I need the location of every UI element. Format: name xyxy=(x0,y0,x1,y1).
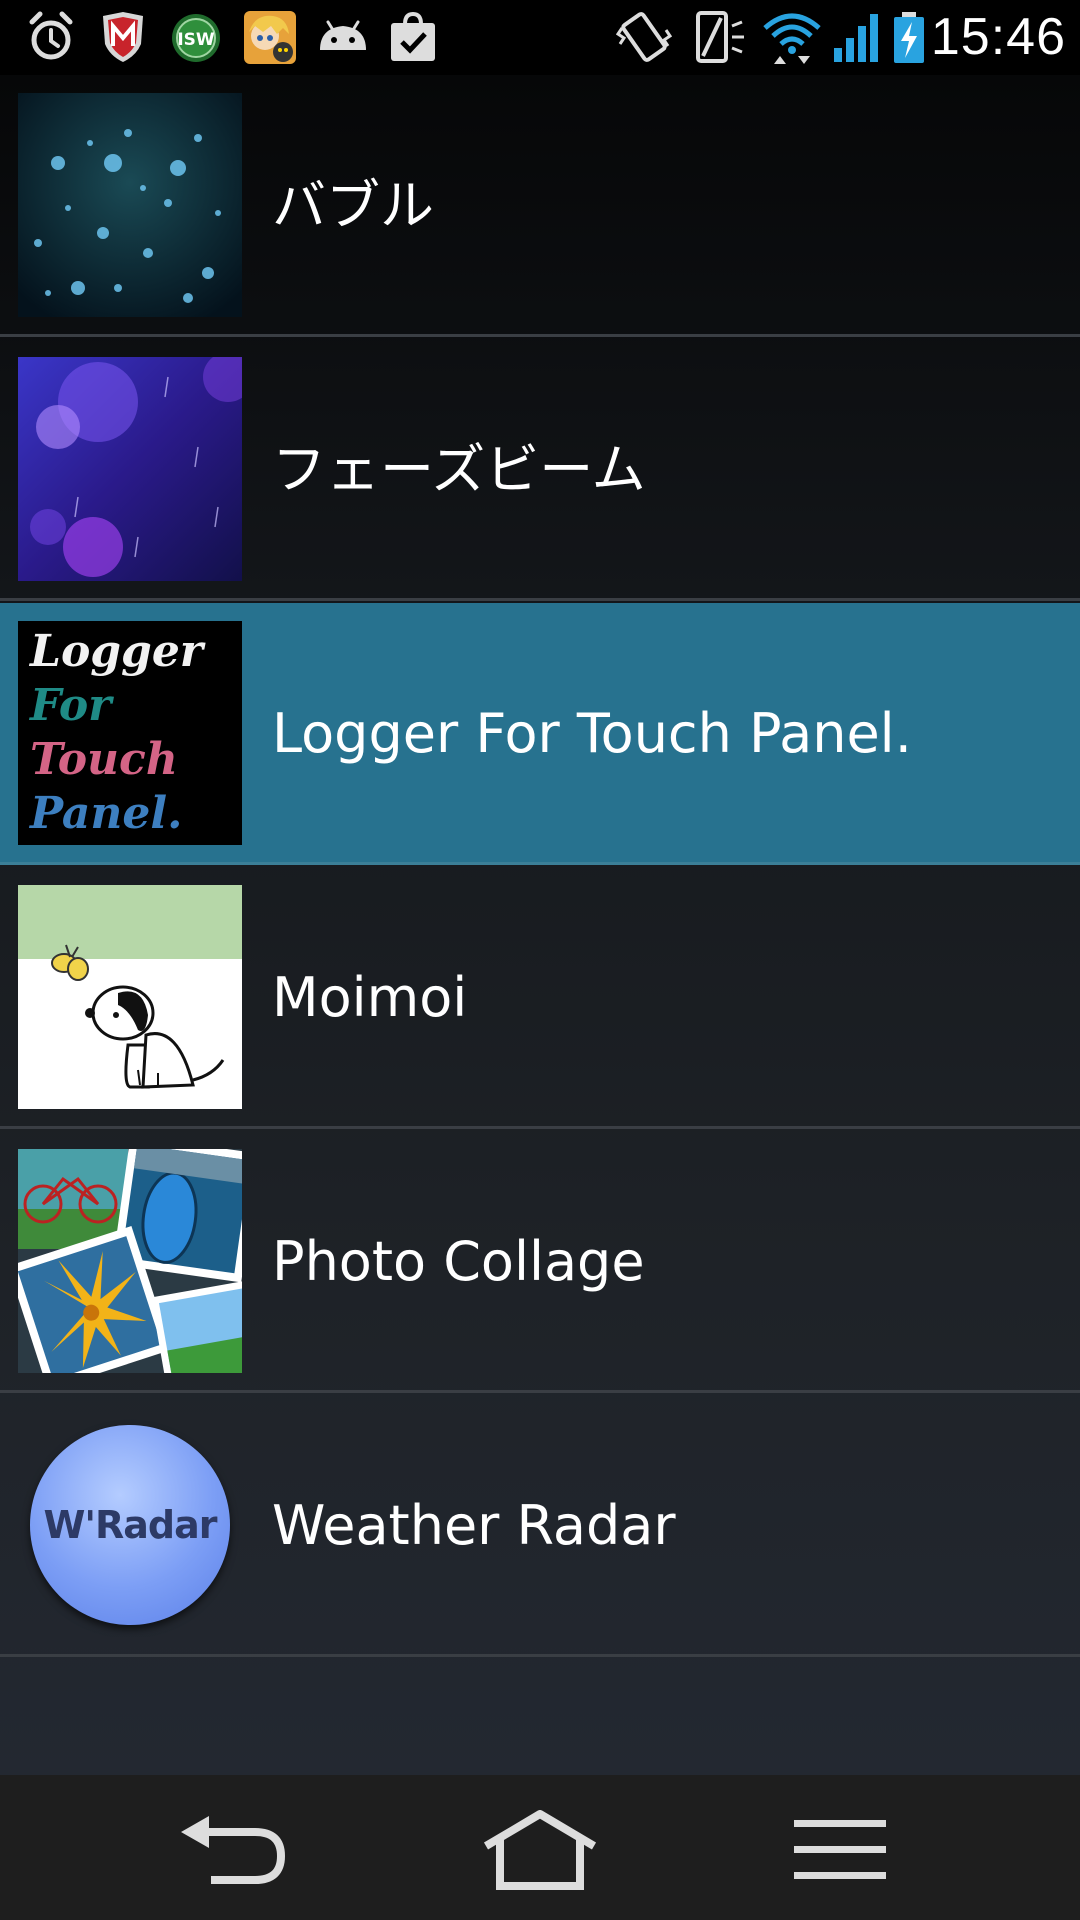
alarm-icon xyxy=(29,11,73,60)
nfc-phone-icon xyxy=(696,11,744,63)
logo-line-2: For xyxy=(30,680,112,731)
status-bar: ISW 15:46 xyxy=(0,0,1080,75)
list-item-moimoi[interactable]: Moimoi xyxy=(0,867,1080,1129)
logo-line-4: Panel. xyxy=(30,788,183,839)
list-item-weather-radar[interactable]: W'Radar Weather Radar xyxy=(0,1395,1080,1657)
android-icon xyxy=(320,20,366,50)
list-item-label: フェーズビーム xyxy=(272,438,646,501)
status-time: 15:46 xyxy=(930,8,1066,66)
dog-illustration-thumbnail xyxy=(18,885,242,1109)
logo-line-3: Touch xyxy=(30,734,178,785)
menu-icon[interactable] xyxy=(780,1810,900,1890)
battery-charging-icon xyxy=(894,12,924,63)
shopping-bag-icon xyxy=(391,11,435,61)
list-item-label: Moimoi xyxy=(272,966,468,1029)
list-item-label: Logger For Touch Panel. xyxy=(272,702,912,765)
mcafee-shield-icon xyxy=(103,12,143,62)
anime-app-icon xyxy=(244,11,296,64)
list-item-label: バブル xyxy=(272,174,434,237)
wallpaper-list: バブル フェーズビーム Logger For Touch Panel. Logg… xyxy=(0,75,1080,1775)
bubbles-thumbnail xyxy=(18,93,242,317)
list-item-photo-collage[interactable]: Photo Collage xyxy=(0,1131,1080,1393)
weather-radar-logo-thumbnail: W'Radar xyxy=(18,1413,242,1637)
list-item-logger-for-touch-panel[interactable]: Logger For Touch Panel. Logger For Touch… xyxy=(0,603,1080,865)
list-item-bubble[interactable]: バブル xyxy=(0,75,1080,337)
svg-text:ISW: ISW xyxy=(177,30,215,50)
logger-logo-thumbnail: Logger For Touch Panel. xyxy=(18,621,242,845)
isw-app-icon: ISW xyxy=(172,14,220,62)
weather-radar-logo-text: W'Radar xyxy=(43,1503,217,1547)
list-item-phase-beam[interactable]: フェーズビーム xyxy=(0,339,1080,601)
list-item-label: Photo Collage xyxy=(272,1230,645,1293)
wifi-icon xyxy=(763,13,821,64)
list-item-label: Weather Radar xyxy=(272,1494,676,1557)
phase-beam-thumbnail xyxy=(18,357,242,581)
vibrate-icon xyxy=(616,12,672,62)
logo-line-1: Logger xyxy=(30,626,203,677)
photo-collage-thumbnail xyxy=(18,1149,242,1373)
home-icon[interactable] xyxy=(480,1810,600,1890)
back-icon[interactable] xyxy=(173,1810,293,1890)
signal-icon xyxy=(834,14,878,62)
navigation-bar xyxy=(0,1775,1080,1920)
